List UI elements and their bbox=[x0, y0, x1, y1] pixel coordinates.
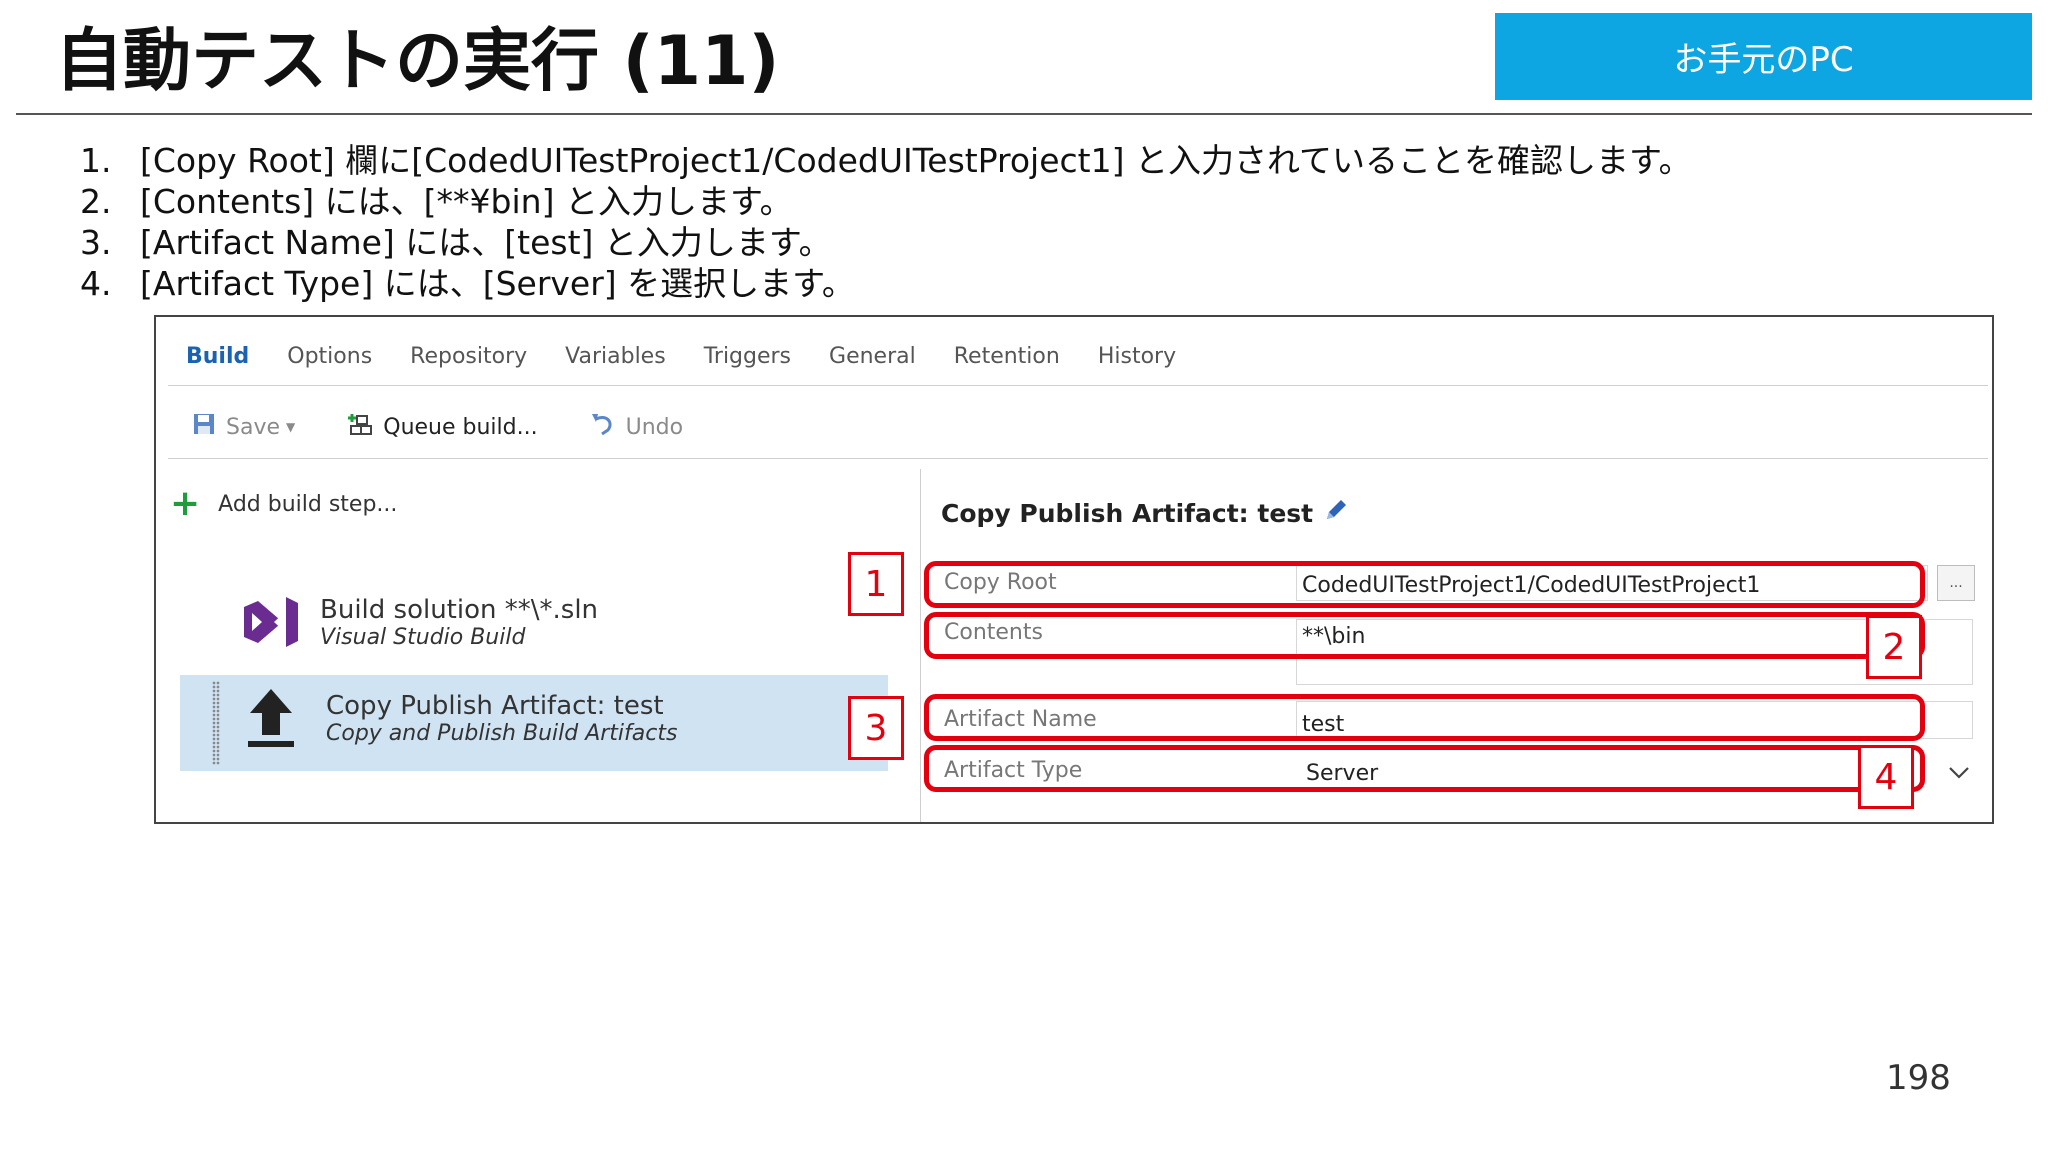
instruction-list: 1. [Copy Root] 欄に[CodedUITestProject1/Cod… bbox=[80, 140, 1692, 304]
tab-triggers[interactable]: Triggers bbox=[704, 337, 791, 377]
copy-root-value[interactable]: CodedUITestProject1/CodedUITestProject1 bbox=[1302, 573, 1760, 598]
toolbar-divider bbox=[168, 458, 1988, 459]
visual-studio-icon bbox=[238, 589, 304, 655]
callout-1: 1 bbox=[848, 552, 904, 616]
tab-variables[interactable]: Variables bbox=[565, 337, 666, 377]
tab-history[interactable]: History bbox=[1098, 337, 1176, 377]
build-step-build-solution[interactable]: Build solution **\*.sln Visual Studio Bu… bbox=[238, 589, 598, 655]
instruction-item: 1. [Copy Root] 欄に[CodedUITestProject1/Cod… bbox=[80, 140, 1692, 181]
instruction-number: 3. bbox=[80, 223, 112, 262]
queue-build-label: Queue build... bbox=[383, 414, 538, 440]
task-title-text: Copy Publish Artifact: test bbox=[941, 498, 1314, 528]
chevron-down-icon[interactable]: ▼ bbox=[286, 420, 295, 434]
contents-label: Contents bbox=[944, 620, 1043, 645]
build-definition-screenshot: Build Options Repository Variables Trigg… bbox=[154, 315, 1994, 824]
undo-label: Undo bbox=[625, 414, 684, 440]
queue-build-button[interactable]: Queue build... bbox=[345, 410, 538, 444]
tab-retention[interactable]: Retention bbox=[954, 337, 1060, 377]
artifact-name-label: Artifact Name bbox=[944, 707, 1097, 732]
save-icon bbox=[192, 412, 216, 442]
contents-value[interactable]: **\bin bbox=[1302, 624, 1365, 649]
instruction-item: 3. [Artifact Name] には、[test] と入力します。 bbox=[80, 222, 1692, 263]
pc-badge: お手元のPC bbox=[1495, 13, 2032, 100]
instruction-text: [Artifact Type] には、[Server] を選択します。 bbox=[140, 264, 855, 303]
slide-title: 自動テストの実行 (11) bbox=[55, 22, 780, 101]
task-name: Build solution **\*.sln bbox=[320, 594, 599, 625]
callout-3: 3 bbox=[848, 696, 904, 760]
chevron-down-icon[interactable] bbox=[1946, 759, 1972, 785]
tab-build[interactable]: Build bbox=[186, 337, 249, 377]
artifact-name-value[interactable]: test bbox=[1302, 712, 1344, 737]
task-title: Copy Publish Artifact: test bbox=[941, 497, 1349, 529]
save-label: Save bbox=[226, 414, 281, 440]
instruction-item: 2. [Contents] には、[**¥bin] と入力します。 bbox=[80, 181, 1692, 222]
instruction-number: 2. bbox=[80, 182, 112, 221]
instruction-number: 4. bbox=[80, 264, 112, 303]
drag-handle[interactable] bbox=[212, 681, 220, 765]
page-number: 198 bbox=[1886, 1058, 1951, 1098]
instruction-text: [Copy Root] 欄に[CodedUITestProject1/Coded… bbox=[140, 141, 1692, 180]
instruction-text: [Contents] には、[**¥bin] と入力します。 bbox=[140, 182, 793, 221]
tab-bar: Build Options Repository Variables Trigg… bbox=[186, 337, 1214, 377]
artifact-type-value[interactable]: Server bbox=[1306, 761, 1378, 786]
undo-button[interactable]: Undo bbox=[588, 410, 683, 444]
undo-icon bbox=[588, 410, 616, 444]
callout-2: 2 bbox=[1866, 615, 1922, 679]
tab-options[interactable]: Options bbox=[287, 337, 372, 377]
callout-4: 4 bbox=[1858, 745, 1914, 809]
plus-icon: + bbox=[170, 483, 201, 524]
pencil-icon[interactable] bbox=[1323, 497, 1349, 529]
copy-root-label: Copy Root bbox=[944, 570, 1057, 595]
queue-build-icon bbox=[345, 410, 373, 444]
tab-divider bbox=[168, 385, 1988, 386]
title-divider bbox=[16, 113, 2032, 115]
contents-field[interactable] bbox=[924, 612, 1925, 659]
instruction-item: 4. [Artifact Type] には、[Server] を選択します。 bbox=[80, 263, 1692, 304]
task-name: Copy Publish Artifact: test bbox=[326, 690, 664, 721]
add-build-step-button[interactable]: + Add build step... bbox=[170, 483, 398, 524]
add-build-step-label: Add build step... bbox=[218, 491, 398, 517]
tab-repository[interactable]: Repository bbox=[410, 337, 527, 377]
instruction-number: 1. bbox=[80, 141, 112, 180]
panel-divider bbox=[920, 469, 921, 822]
build-step-copy-publish[interactable]: Copy Publish Artifact: test Copy and Pub… bbox=[246, 685, 677, 751]
save-button[interactable]: Save ▼ bbox=[192, 412, 295, 442]
artifact-type-label: Artifact Type bbox=[944, 758, 1083, 783]
instruction-text: [Artifact Name] には、[test] と入力します。 bbox=[140, 223, 832, 262]
upload-icon bbox=[246, 685, 296, 751]
browse-button[interactable]: ... bbox=[1937, 565, 1975, 601]
task-type: Copy and Publish Build Artifacts bbox=[326, 720, 678, 746]
tab-general[interactable]: General bbox=[829, 337, 916, 377]
task-type: Visual Studio Build bbox=[320, 624, 526, 650]
toolbar: Save ▼ Queue build... Undo bbox=[192, 407, 733, 447]
